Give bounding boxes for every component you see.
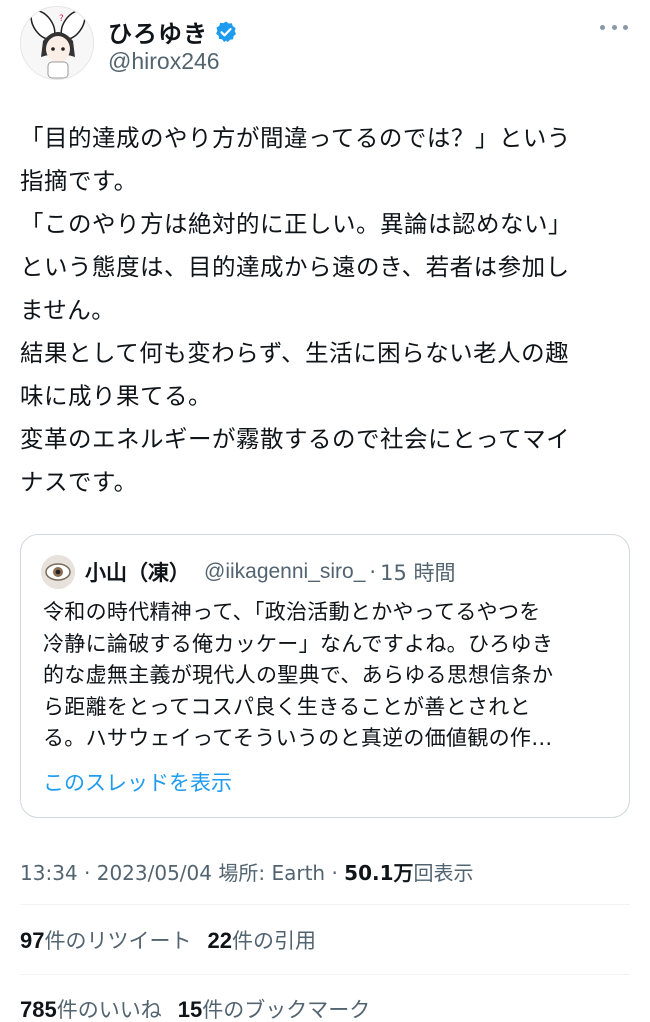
name-row: ひろゆき xyxy=(108,14,238,49)
divider xyxy=(20,974,630,975)
quotes-count: 22 xyxy=(207,928,232,953)
quoted-timestamp: 15 時間 xyxy=(380,561,456,585)
views-count: 50.1万 xyxy=(344,861,414,885)
divider xyxy=(20,904,630,905)
quotes-label: 件の引用 xyxy=(231,929,316,953)
retweets-label: 件のリツイート xyxy=(44,929,192,953)
likes-stat[interactable]: 785件のいいね xyxy=(20,994,162,1022)
show-thread-link[interactable]: このスレッドを表示 xyxy=(43,767,232,797)
rabbit-ear-avatar-icon: ? xyxy=(21,7,93,79)
views-label: 回表示 xyxy=(413,861,474,885)
bookmarks-stat[interactable]: 15件のブックマーク xyxy=(178,994,370,1022)
quoted-tweet[interactable]: 小山（凍） @iikagenni_siro_ · 15 時間 令和の時代精神って… xyxy=(20,534,630,818)
quoted-handle: @iikagenni_siro_ xyxy=(204,560,366,583)
user-handle[interactable]: @hirox246 xyxy=(108,48,220,75)
verified-badge-icon xyxy=(216,21,236,42)
quotes-stat[interactable]: 22件の引用 xyxy=(207,925,315,955)
stats-row-1: 97件のリツイート 22件の引用 xyxy=(20,925,332,955)
meta-separator: · xyxy=(84,861,97,885)
tweet-location: 場所: Earth xyxy=(218,861,326,885)
quoted-display-name: 小山（凍） xyxy=(85,561,190,585)
stats-row-2: 785件のいいね 15件のブックマーク xyxy=(20,994,386,1022)
user-avatar[interactable]: ? xyxy=(20,6,94,80)
separator-dot: · xyxy=(369,560,377,584)
retweets-count: 97 xyxy=(20,928,45,953)
tweet-date[interactable]: 2023/05/04 xyxy=(97,861,212,885)
meta-separator: · xyxy=(331,861,345,885)
retweets-stat[interactable]: 97件のリツイート xyxy=(20,925,191,955)
likes-label: 件のいいね xyxy=(56,998,162,1022)
bookmarks-count: 15 xyxy=(177,997,203,1022)
tweet-time[interactable]: 13:34 xyxy=(20,861,78,885)
quoted-tweet-header: 小山（凍） @iikagenni_siro_ · 15 時間 xyxy=(41,555,456,589)
bookmarks-label: 件のブックマーク xyxy=(202,998,371,1022)
tweet-meta: 13:34 · 2023/05/04 場所: Earth · 50.1万回表示 xyxy=(20,857,474,886)
eye-avatar-icon xyxy=(41,555,75,589)
quoted-user-avatar xyxy=(41,555,75,589)
likes-count: 785 xyxy=(20,997,57,1022)
tweet-header: ? ひろゆき @hirox246 xyxy=(20,6,630,84)
tweet-text: 「目的達成のやり方が間違ってるのでは？」という 指摘です。 「このやり方は絶対的… xyxy=(20,124,572,496)
quoted-tweet-text: 令和の時代精神って、「政治活動とかやってるやつを 冷静に論破する俺カッケー」なん… xyxy=(43,600,554,750)
svg-text:?: ? xyxy=(59,14,64,24)
display-name[interactable]: ひろゆき xyxy=(108,14,208,49)
more-options-icon[interactable] xyxy=(600,20,628,34)
